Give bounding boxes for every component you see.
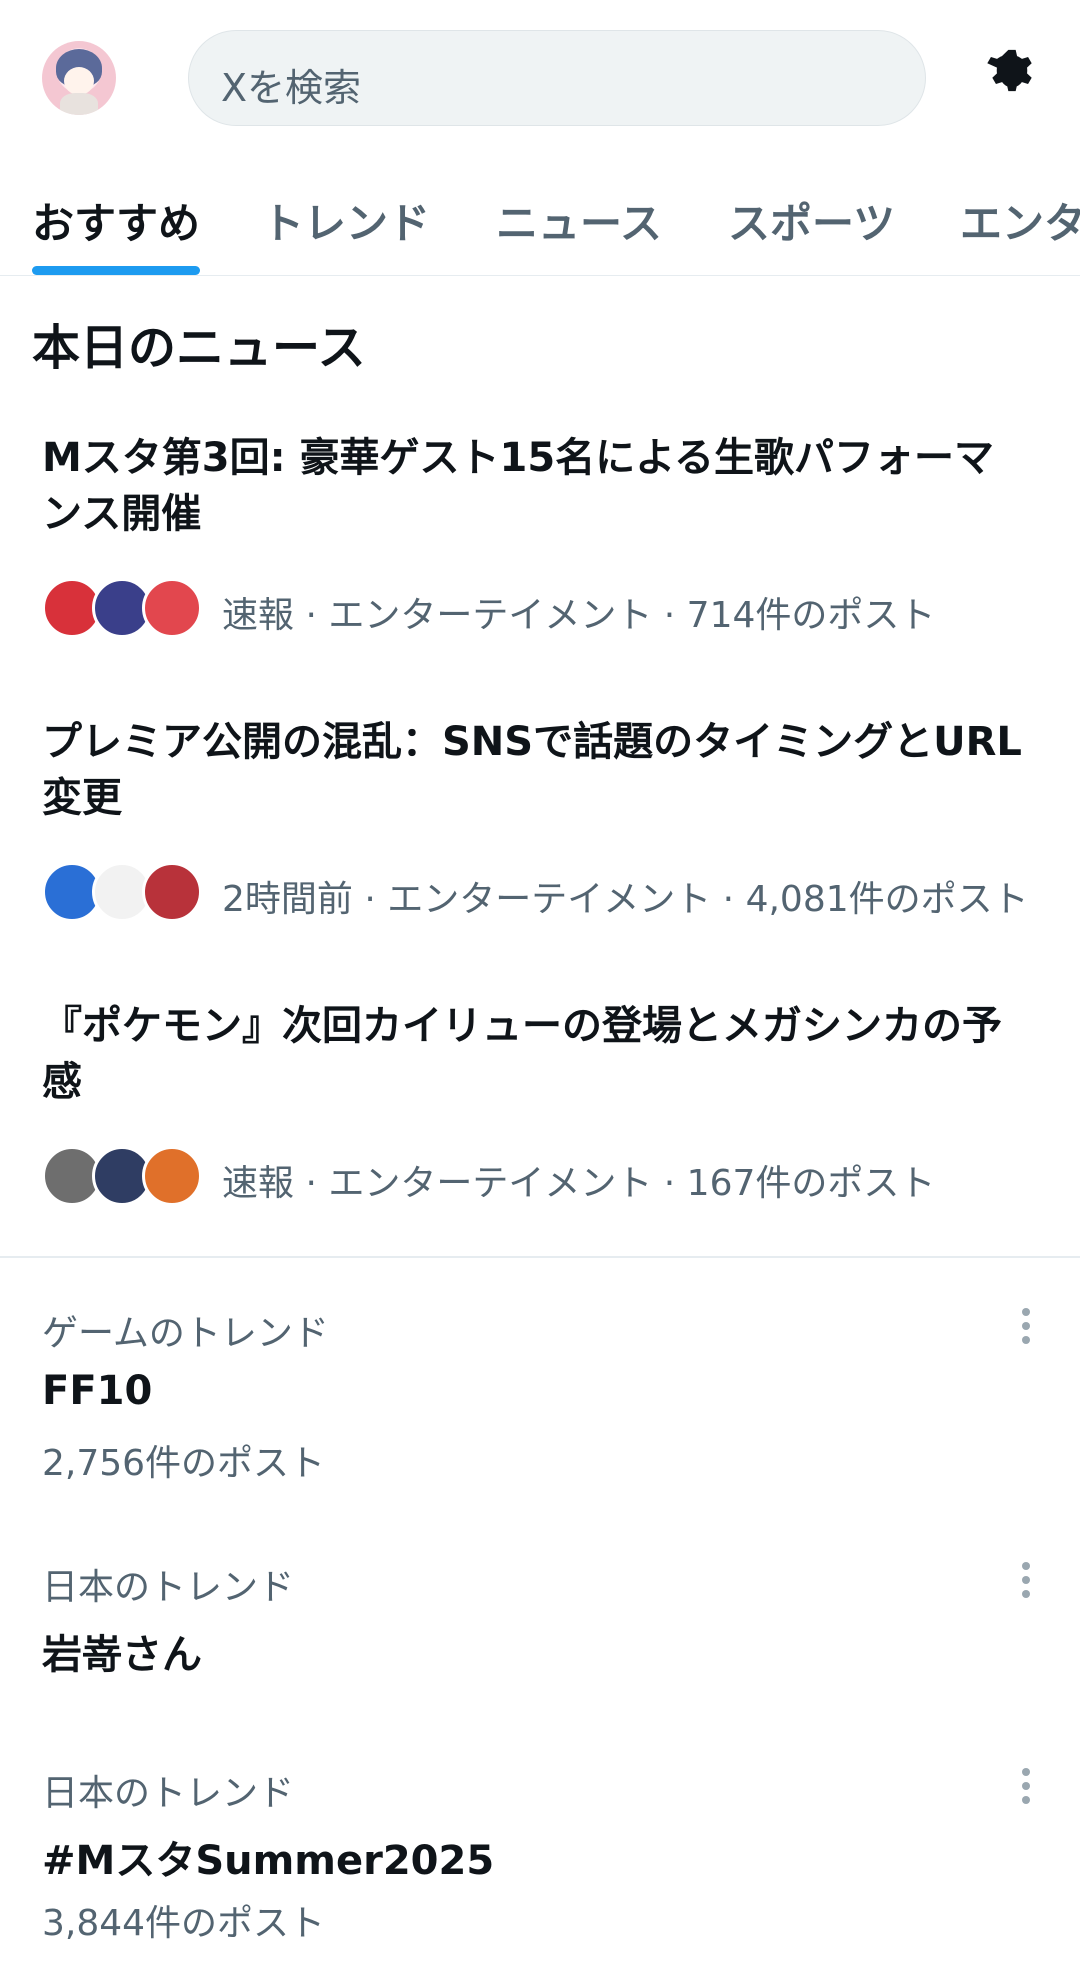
profile-avatar[interactable] [42,41,116,115]
top-bar: Xを検索 [0,0,1080,150]
news-item-title[interactable]: プレミア公開の混乱：SNSで話題のタイミングとURL変更 [42,714,1032,826]
news-item-meta: 2時間前 · エンターテイメント · 4,081件のポスト [222,879,1029,920]
avatar [142,862,202,922]
gear-icon[interactable] [982,48,1042,108]
trend-category: 日本のトレンド [42,1567,295,1608]
active-tab-indicator [32,266,200,275]
trend-post-count: 2,756件のポスト [42,1443,326,1484]
more-options-icon[interactable] [1014,1306,1038,1346]
trend-name[interactable]: FF10 [42,1368,152,1414]
avatar-body [60,93,98,115]
avatar-face [64,67,94,95]
news-item-avatars [42,862,202,922]
news-item-meta: 速報 · エンターテイメント · 167件のポスト [222,1163,936,1204]
search-input[interactable]: Xを検索 [188,30,926,126]
tab-sports[interactable]: スポーツ [728,190,895,251]
news-item-avatars [42,1146,202,1206]
tab-trending[interactable]: トレンド [262,190,430,251]
news-item-title[interactable]: Mスタ第3回: 豪華ゲスト15名による生歌パフォーマンス開催 [42,430,1032,542]
avatar [142,1146,202,1206]
tab-recommended[interactable]: おすすめ [32,190,200,251]
news-item-title[interactable]: 『ポケモン』次回カイリューの登場とメガシンカの予感 [42,998,1032,1110]
tab-news[interactable]: ニュース [496,190,662,251]
tab-entertainment[interactable]: エンタ [960,190,1080,251]
trend-post-count: 3,844件のポスト [42,1903,326,1944]
section-divider [0,1256,1080,1258]
trend-category: ゲームのトレンド [42,1313,329,1354]
trend-name[interactable]: #MスタSummer2025 [42,1828,494,1886]
news-item-avatars [42,578,202,638]
news-item-meta: 速報 · エンターテイメント · 714件のポスト [222,595,936,636]
avatar [142,578,202,638]
more-options-icon[interactable] [1014,1766,1038,1806]
more-options-icon[interactable] [1014,1560,1038,1600]
trend-category: 日本のトレンド [42,1773,295,1814]
trend-name[interactable]: 岩嵜さん [42,1622,202,1680]
section-heading: 本日のニュース [32,320,366,376]
search-placeholder: Xを検索 [221,66,362,110]
explore-tabs: おすすめ トレンド ニュース スポーツ エンタ [0,168,1080,276]
